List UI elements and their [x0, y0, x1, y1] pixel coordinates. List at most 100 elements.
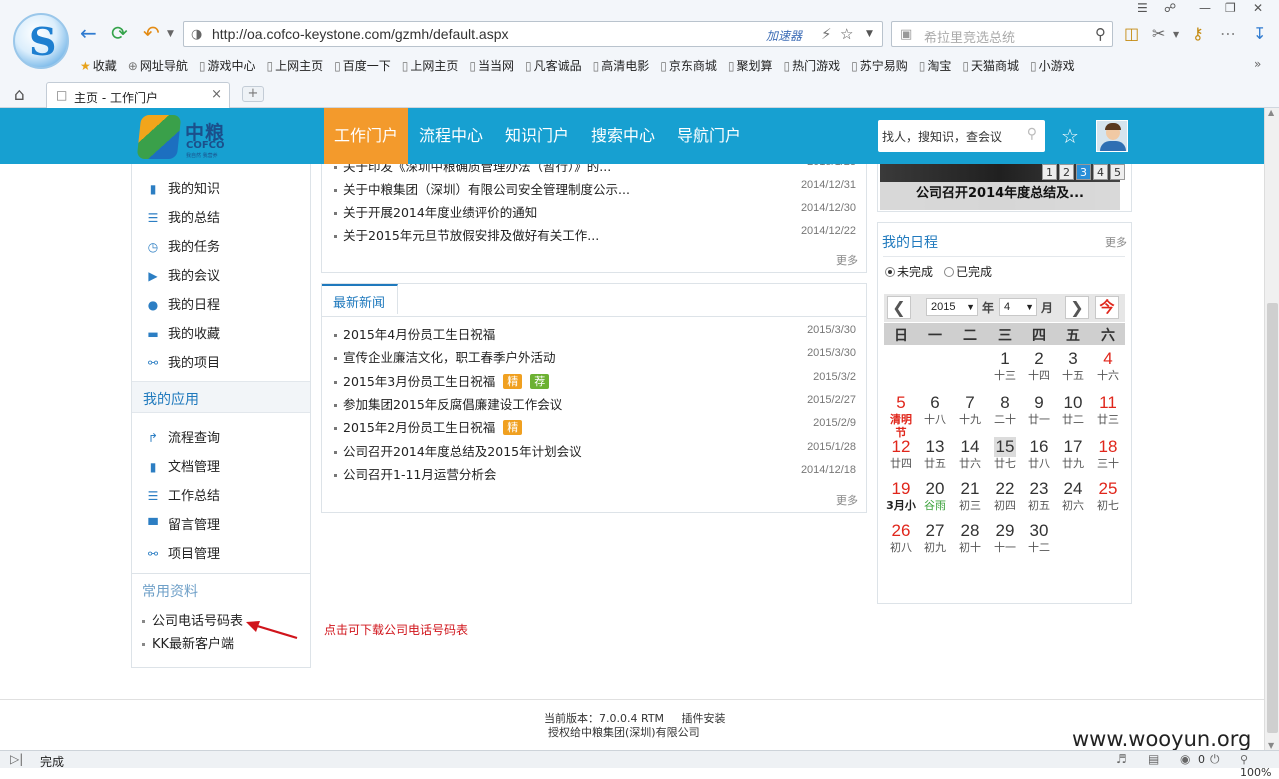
- sidebar-item[interactable]: ↱ 流程查询: [146, 427, 220, 447]
- tab-latest-news[interactable]: 最新新闻: [322, 284, 398, 314]
- favorite-link[interactable]: ▯ 淘宝: [919, 57, 952, 74]
- calendar-day[interactable]: 18 三十: [1091, 437, 1125, 479]
- common-item-label[interactable]: KK最新客户端: [152, 637, 234, 652]
- calendar-day[interactable]: 27 初九: [918, 521, 952, 563]
- address-dropdown-icon[interactable]: ▼: [866, 29, 873, 39]
- favorite-link[interactable]: ▯ 小游戏: [1030, 57, 1075, 74]
- key-icon[interactable]: ⚷: [1192, 24, 1204, 43]
- slide-caption[interactable]: 公司召开2014年度总结及...: [880, 182, 1120, 210]
- calendar-day[interactable]: 26 初八: [884, 521, 918, 563]
- favorite-link[interactable]: ▯ 百度一下: [334, 57, 391, 74]
- calendar-day[interactable]: 13 廿五: [918, 437, 952, 479]
- home-icon[interactable]: ⌂: [14, 85, 25, 105]
- news-title[interactable]: 2015年3月份员工生日祝福: [343, 374, 495, 389]
- nav-item-4[interactable]: 搜索中心: [580, 108, 666, 164]
- year-select[interactable]: 2015 ▼: [926, 298, 978, 316]
- search-icon[interactable]: ⚲: [1095, 25, 1106, 43]
- favorite-link[interactable]: ★ 收藏: [80, 57, 117, 74]
- favorite-link[interactable]: ▯ 凡客诚品: [525, 57, 582, 74]
- radio-circle[interactable]: [944, 267, 954, 277]
- calendar-day[interactable]: 12 廿四: [884, 437, 918, 479]
- more-icon[interactable]: ⋯: [1220, 24, 1236, 43]
- scroll-up-icon[interactable]: ▲: [1268, 108, 1274, 117]
- news-title[interactable]: 宣传企业廉洁文化，职工春季户外活动: [343, 350, 556, 365]
- notice-item[interactable]: 关于印发《深圳中粮确质管理办法（暂行）》的... 2015/1/23: [334, 164, 856, 174]
- slide-page-5[interactable]: 5: [1110, 164, 1125, 180]
- undo-icon[interactable]: ↶: [143, 22, 160, 44]
- news-item[interactable]: 2015年4月份员工生日祝福 2015/3/30: [334, 324, 856, 342]
- search-icon[interactable]: ⚲: [1027, 126, 1037, 142]
- restore-icon[interactable]: ❐: [1225, 1, 1236, 15]
- slideshow[interactable]: 12345 公司召开2014年度总结及...: [877, 164, 1132, 212]
- browser-search-input[interactable]: 希拉里竞选总统: [924, 27, 1015, 46]
- speaker-icon[interactable]: ♬: [1116, 752, 1127, 766]
- shield-status-icon[interactable]: ◉: [1180, 752, 1190, 766]
- notice-title[interactable]: 关于中粮集团（深圳）有限公司安全管理制度公示...: [343, 182, 630, 197]
- site-search-box[interactable]: 找人，搜知识，查会议 ⚲: [878, 120, 1045, 152]
- favorite-link[interactable]: ▯ 京东商城: [660, 57, 717, 74]
- common-item[interactable]: 公司电话号码表: [142, 610, 243, 629]
- filter-incomplete-radio[interactable]: 未完成: [885, 263, 933, 280]
- new-tab-button[interactable]: +: [242, 86, 264, 102]
- scroll-thumb[interactable]: [1267, 303, 1278, 733]
- calendar-day[interactable]: 23 初五: [1022, 479, 1056, 521]
- lightning-icon[interactable]: ⚡: [821, 25, 832, 43]
- calendar-day[interactable]: 24 初六: [1056, 479, 1090, 521]
- page-scrollbar[interactable]: ▲ ▼: [1264, 108, 1279, 750]
- radio-circle[interactable]: [885, 267, 895, 277]
- favorites-overflow-icon[interactable]: »: [1254, 57, 1261, 71]
- calendar-day[interactable]: 5 清明节: [884, 393, 918, 439]
- nav-item-3[interactable]: 知识门户: [494, 108, 580, 164]
- nav-item-1[interactable]: 工作门户: [324, 108, 408, 164]
- calendar-day[interactable]: 17 廿九: [1056, 437, 1090, 479]
- site-search-input[interactable]: 找人，搜知识，查会议: [882, 128, 1002, 145]
- browser-logo[interactable]: S: [13, 13, 69, 69]
- calendar-day[interactable]: 10 廿二: [1056, 393, 1090, 435]
- bookmark-star-icon[interactable]: ☆: [840, 25, 853, 43]
- news-title[interactable]: 2015年4月份员工生日祝福: [343, 327, 495, 342]
- cofco-logo[interactable]: 中粮 COFCO 我自然 我营养: [136, 112, 229, 160]
- calendar-day[interactable]: 20 谷雨: [918, 479, 952, 521]
- sidebar-item[interactable]: ◷ 我的任务: [146, 236, 220, 256]
- calendar-day[interactable]: 19 3月小: [884, 479, 918, 521]
- scissors-dropdown-icon[interactable]: ▼: [1173, 30, 1179, 39]
- news-item[interactable]: 宣传企业廉洁文化，职工春季户外活动 2015/3/30: [334, 347, 856, 365]
- favorite-link[interactable]: ▯ 游戏中心: [199, 57, 256, 74]
- next-month-button[interactable]: ❯: [1065, 296, 1089, 319]
- news-item[interactable]: 参加集团2015年反腐倡廉建设工作会议 2015/2/27: [334, 394, 856, 412]
- notice-item[interactable]: 关于开展2014年度业绩评价的通知 2014/12/30: [334, 202, 856, 220]
- tab-home[interactable]: □ 主页 - 工作门户 ×: [46, 82, 230, 108]
- news-item[interactable]: 2015年3月份员工生日祝福精荐 2015/3/2: [334, 371, 856, 389]
- nav-item-5[interactable]: 导航门户: [666, 108, 752, 164]
- prev-month-button[interactable]: ❮: [887, 296, 911, 319]
- calendar-day[interactable]: 30 十二: [1022, 521, 1056, 563]
- sidebar-item[interactable]: ▮ 文档管理: [146, 456, 220, 476]
- undo-dropdown-icon[interactable]: ▼: [167, 29, 174, 39]
- sidebar-item[interactable]: ▮ 我的知识: [146, 178, 220, 198]
- sidebar-item[interactable]: ⚯ 我的项目: [146, 352, 220, 372]
- calendar-day[interactable]: 21 初三: [953, 479, 987, 521]
- notice-title[interactable]: 关于开展2014年度业绩评价的通知: [343, 205, 537, 220]
- favorite-link[interactable]: ▯ 高清电影: [593, 57, 650, 74]
- today-button[interactable]: 今: [1095, 296, 1119, 319]
- calendar-day[interactable]: 11 廿三: [1091, 393, 1125, 435]
- news-item[interactable]: 2015年2月份员工生日祝福精 2015/2/9: [334, 417, 856, 436]
- slide-page-1[interactable]: 1: [1042, 164, 1057, 180]
- news-more-link[interactable]: 更多: [836, 492, 858, 508]
- toolbar-plugin-icon[interactable]: ◫: [1124, 24, 1139, 43]
- url-text[interactable]: http://oa.cofco-keystone.com/gzmh/defaul…: [212, 26, 509, 42]
- notice-more-link[interactable]: 更多: [836, 252, 858, 268]
- address-bar[interactable]: ◑ http://oa.cofco-keystone.com/gzmh/defa…: [183, 21, 883, 47]
- favorite-link[interactable]: ▯ 热门游戏: [783, 57, 840, 74]
- news-item[interactable]: 公司召开1-11月运营分析会 2014/12/18: [334, 464, 856, 482]
- refresh-icon[interactable]: ⟳: [111, 22, 128, 44]
- minimize-icon[interactable]: —: [1199, 1, 1211, 15]
- sidebar-item[interactable]: ▶ 我的会议: [146, 265, 220, 285]
- calendar-day[interactable]: 25 初七: [1091, 479, 1125, 521]
- status-play-icon[interactable]: ▷|: [10, 752, 23, 766]
- monitor-icon[interactable]: ▤: [1148, 752, 1159, 766]
- calendar-day[interactable]: 9 廿一: [1022, 393, 1056, 435]
- slide-page-2[interactable]: 2: [1059, 164, 1074, 180]
- news-item[interactable]: 公司召开2014年度总结及2015年计划会议 2015/1/28: [334, 441, 856, 459]
- favorite-star-icon[interactable]: ☆: [1061, 124, 1079, 148]
